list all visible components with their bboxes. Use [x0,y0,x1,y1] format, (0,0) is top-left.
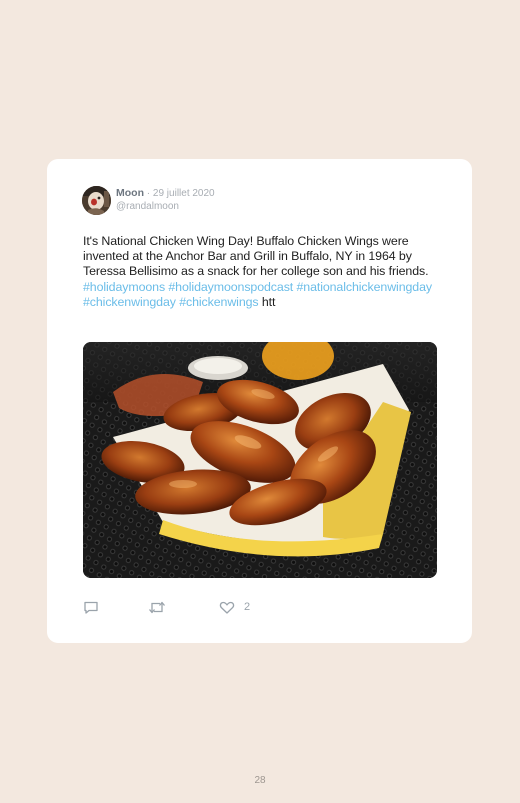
tweet-actions: 2 [83,598,443,616]
retweet-button[interactable] [148,598,166,616]
header-separator: · [146,188,151,199]
tweet-header: Moon · 29 juillet 2020 [116,187,215,199]
tweet-card: Moon · 29 juillet 2020 @randalmoon It's … [47,159,472,643]
author-handle[interactable]: @randalmoon [116,201,179,212]
chicken-wings-photo [83,342,437,578]
tweet-text: It's National Chicken Wing Day! Buffalo … [83,234,435,310]
tweet-date[interactable]: 29 juillet 2020 [153,188,215,199]
page-number: 28 [254,775,266,786]
avatar[interactable] [82,186,111,215]
hashtag-link[interactable]: #nationalchickenwingday [296,280,432,294]
retweet-icon [149,601,165,613]
hashtag-link[interactable]: #chickenwingday [83,295,176,309]
hashtag-link[interactable]: #holidaymoonspodcast [168,280,293,294]
reply-button[interactable] [83,598,99,616]
hashtag-link[interactable]: #holidaymoons [83,280,165,294]
reply-icon [84,601,98,614]
avatar-image [82,186,111,215]
tweet-image[interactable] [83,342,437,578]
hashtag-link[interactable]: #chickenwings [179,295,258,309]
like-count: 2 [244,601,251,613]
like-button[interactable]: 2 [219,598,250,616]
tweet-text-segment: It's National Chicken Wing Day! Buffalo … [83,234,429,279]
heart-icon [219,601,235,614]
tweet-text-segment: htt [258,294,276,309]
author-name[interactable]: Moon [116,187,144,199]
